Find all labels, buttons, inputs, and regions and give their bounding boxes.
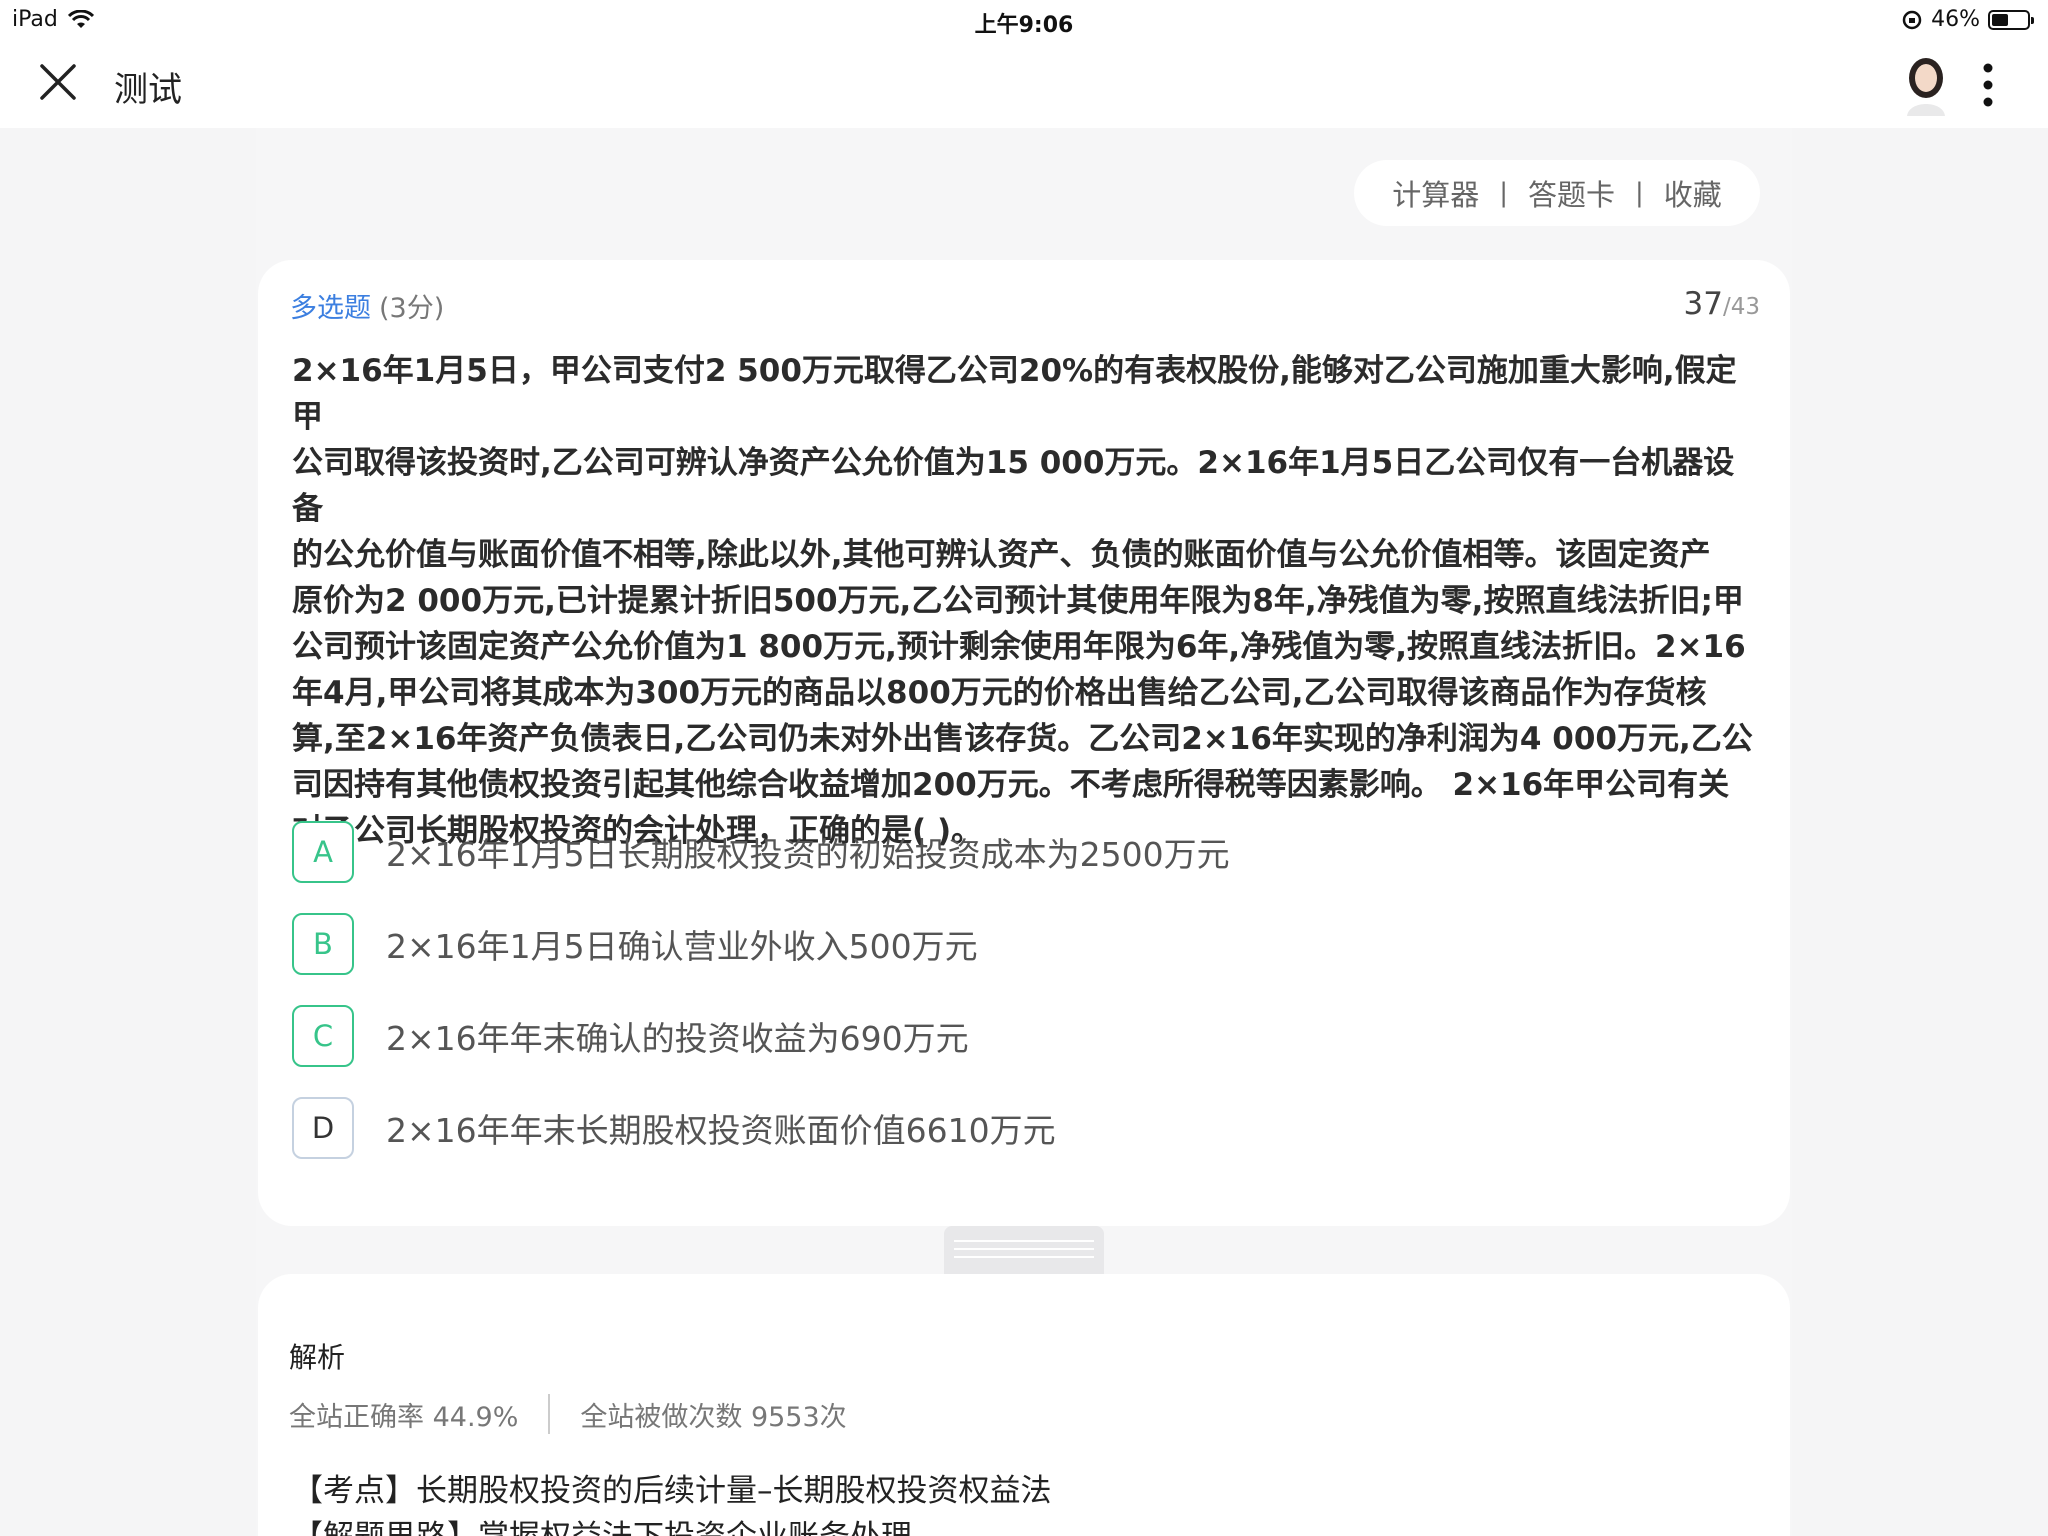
option-letter: A xyxy=(292,821,354,883)
option-a[interactable]: A 2×16年1月5日长期股权投资的初始投资成本为2500万元 xyxy=(292,820,1230,884)
avatar[interactable] xyxy=(1903,54,1949,116)
question-line: 算,至2×16年资产负债表日,乙公司仍未对外出售该存货。乙公司2×16年实现的净… xyxy=(292,721,1753,757)
question-line: 的公允价值与账面价值不相等,除此以外,其他可辨认资产、负债的账面价值与公允价值相… xyxy=(292,537,1711,573)
answer-card-button[interactable]: 答题卡 xyxy=(1528,172,1615,214)
page-title: 测试 xyxy=(114,70,182,110)
stats-divider xyxy=(548,1394,551,1434)
question-progress: 37/43 xyxy=(1650,286,1760,322)
rotation-lock-icon xyxy=(1902,10,1922,29)
option-letter: B xyxy=(292,913,354,975)
calculator-button[interactable]: 计算器 xyxy=(1392,172,1479,214)
option-d[interactable]: D 2×16年年末长期股权投资账面价值6610万元 xyxy=(292,1096,1056,1160)
option-c[interactable]: C 2×16年年末确认的投资收益为690万元 xyxy=(292,1004,969,1068)
question-line: 司因持有其他债权投资引起其他综合收益增加200万元。不考虑所得税等因素影响。 2… xyxy=(292,767,1730,803)
battery-fill xyxy=(1992,13,2008,26)
battery-icon xyxy=(1988,9,2034,30)
status-time: 上午9:06 xyxy=(974,13,1074,38)
handle-line xyxy=(954,1248,1094,1250)
question-toolbar: 计算器 | 答题卡 | 收藏 xyxy=(1354,160,1760,226)
option-text: 2×16年1月5日确认营业外收入500万元 xyxy=(386,927,978,966)
question-score: (3分) xyxy=(379,293,445,324)
question-type-label: 多选题 xyxy=(290,293,371,324)
battery-percent: 46% xyxy=(1931,7,1980,32)
question-line: 年4月,甲公司将其成本为300万元的商品以800万元的价格出售给乙公司,乙公司取… xyxy=(292,675,1707,711)
question-line: 公司取得该投资时,乙公司可辨认净资产公允价值为15 000万元。2×16年1月5… xyxy=(292,445,1735,527)
handle-line xyxy=(954,1256,1094,1258)
handle-line xyxy=(954,1240,1094,1242)
analysis-title: 解析 xyxy=(289,1341,346,1374)
question-line: 2×16年1月5日，甲公司支付2 500万元取得乙公司20%的有表权股份,能够对… xyxy=(292,353,1737,435)
option-b[interactable]: B 2×16年1月5日确认营业外收入500万元 xyxy=(292,912,978,976)
favorite-button[interactable]: 收藏 xyxy=(1664,172,1722,214)
option-text: 2×16年年末确认的投资收益为690万元 xyxy=(386,1019,969,1058)
status-bar: iPad 上午9:06 46% xyxy=(0,0,2048,40)
attempts-stat: 全站被做次数 9553次 xyxy=(580,1401,847,1433)
option-letter: C xyxy=(292,1005,354,1067)
analysis-line: 【解题思路】掌握权益法下投资企业账务处理 xyxy=(292,1514,1752,1536)
question-line: 公司预计该固定资产公允价值为1 800万元,预计剩余使用年限为6年,净残值为零,… xyxy=(292,629,1746,665)
analysis-stats: 全站正确率 44.9% 全站被做次数 9553次 xyxy=(289,1394,847,1434)
analysis-line: 【考点】长期股权投资的后续计量–长期股权投资权益法 xyxy=(292,1473,1052,1509)
status-right: 46% xyxy=(1901,7,2034,32)
toolbar-separator: | xyxy=(1499,178,1508,208)
option-text: 2×16年1月5日长期股权投资的初始投资成本为2500万元 xyxy=(386,835,1230,874)
question-line: 原价为2 000万元,已计提累计折旧500万元,乙公司预计其使用年限为8年,净残… xyxy=(292,583,1744,619)
question-type: 多选题 (3分) xyxy=(290,286,444,325)
accuracy-stat: 全站正确率 44.9% xyxy=(289,1401,519,1433)
close-icon[interactable] xyxy=(34,58,82,106)
drag-handle[interactable] xyxy=(944,1226,1104,1274)
question-total: /43 xyxy=(1722,294,1760,320)
question-current: 37 xyxy=(1683,286,1723,322)
option-text: 2×16年年末长期股权投资账面价值6610万元 xyxy=(386,1111,1056,1150)
toolbar-separator: | xyxy=(1635,178,1644,208)
analysis-body: 【考点】长期股权投资的后续计量–长期股权投资权益法 【解题思路】掌握权益法下投资… xyxy=(292,1468,1752,1536)
more-options-icon[interactable] xyxy=(1970,60,2006,110)
option-letter: D xyxy=(292,1097,354,1159)
nav-bar: 测试 xyxy=(0,40,2048,128)
question-text: 2×16年1月5日，甲公司支付2 500万元取得乙公司20%的有表权股份,能够对… xyxy=(292,348,1760,854)
